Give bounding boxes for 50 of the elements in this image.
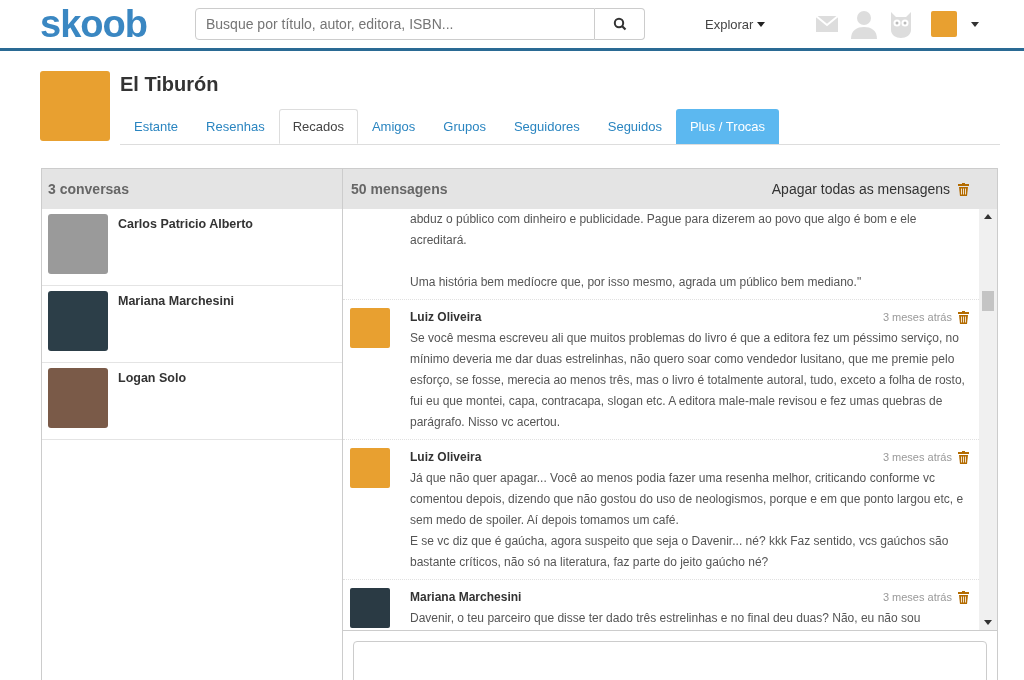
profile-tab[interactable]: Resenhas xyxy=(192,109,279,144)
delete-all-button[interactable]: Apagar todas as mensagens xyxy=(771,181,969,197)
avatar-photo xyxy=(350,308,390,348)
profile-name: El Tiburón xyxy=(120,73,220,96)
message-text: abduz o público com dinheiro e publicidade. Pague para dizerem ao povo que algo é bom e ele acreditará. Uma história bem medíocre que, por isso mesmo, agrada um público bem mediano." xyxy=(410,211,918,291)
conversations-count: 3 conversas xyxy=(48,181,129,197)
message-author[interactable]: Luiz Oliveira xyxy=(410,310,883,324)
explore-menu[interactable]: Explorar xyxy=(705,16,766,32)
search-button[interactable] xyxy=(595,8,645,40)
profile-photo xyxy=(40,71,110,141)
logo[interactable]: skoob xyxy=(40,2,195,46)
profile-tab[interactable]: Seguidores xyxy=(499,109,594,144)
user-icon[interactable] xyxy=(849,9,880,39)
avatar-photo[interactable] xyxy=(48,291,108,351)
scroll-down-icon[interactable] xyxy=(984,620,992,625)
profile-tab[interactable]: Estante xyxy=(120,109,193,144)
conversation-name[interactable]: Mariana Marchesini xyxy=(118,294,234,357)
conversation-name[interactable]: Logan Solo xyxy=(118,371,187,434)
trash-icon[interactable] xyxy=(958,450,969,464)
message-text: Se você mesma escreveu ali que muitos problemas do livro é que a editora fez um péssimo serviço, no mínimo deveria me dar duas estrelinhas, não quero soar como vendedor lusitano, que me premie pelo esforço, se fosse, merecia ao menos três, mas o livro é totalmente autoral, tudo, exceto a folha de rosto, fui eu que montei, capa, contracapa, slogan etc. A editora male-male revisou e fez umas quebras de parágrafo. Nisso vc acertou. xyxy=(410,330,966,431)
scrollbar[interactable] xyxy=(979,209,997,630)
avatar-photo xyxy=(350,588,390,628)
message-time: 3 meses atrás xyxy=(882,591,952,603)
profile-tab[interactable]: Amigos xyxy=(357,109,430,144)
messages-count: 50 mensagens xyxy=(351,181,448,197)
message-time: 3 meses atrás xyxy=(882,451,952,463)
avatar-photo[interactable] xyxy=(48,214,108,274)
owl-icon[interactable] xyxy=(889,10,914,38)
user-avatar[interactable] xyxy=(931,11,958,37)
caret-icon xyxy=(757,21,766,27)
message-text: Davenir, o teu parceiro que disse ter dado três estrelinhas e no final deu duas? Não, eu não sou xyxy=(410,610,922,627)
message-author[interactable]: Luiz Oliveira xyxy=(410,450,883,464)
conversation-name[interactable]: Carlos Patricio Alberto xyxy=(118,217,253,280)
scroll-thumb[interactable] xyxy=(982,291,994,311)
caret-icon[interactable] xyxy=(971,21,980,27)
search-field[interactable]: Busque por título, autor, editora, ISBN... xyxy=(195,8,595,40)
profile-tab[interactable]: Recados xyxy=(278,109,358,144)
message-time: 3 meses atrás xyxy=(882,311,952,323)
message-author[interactable]: Mariana Marchesini xyxy=(410,590,883,604)
scroll-up-icon[interactable] xyxy=(984,214,992,219)
mail-icon[interactable] xyxy=(815,15,840,33)
search-icon xyxy=(612,17,627,31)
profile-tab[interactable]: Grupos xyxy=(429,109,500,144)
trash-icon[interactable] xyxy=(958,590,969,604)
message-text: Já que não quer apagar... Você ao menos podia fazer uma resenha melhor, criticando conforme vc comentou depois, dizendo que não gostou do uso de neologismos, porque e em que ponto largou etc, e sem medo de spoiler. Aí depois tomamos um café. E se vc diz que é gaúcha, agora suspeito que seja o Davenir... né? kkk Faz sentido, vcs gaúchos são bastante críticos, não só na literatura, faz parte do jeito gaúcho né? xyxy=(410,470,965,571)
trash-icon[interactable] xyxy=(958,310,969,324)
profile-tab[interactable]: Seguidos xyxy=(593,109,676,144)
trash-icon xyxy=(958,182,969,196)
avatar-photo[interactable] xyxy=(48,368,108,428)
avatar-photo xyxy=(350,448,390,488)
